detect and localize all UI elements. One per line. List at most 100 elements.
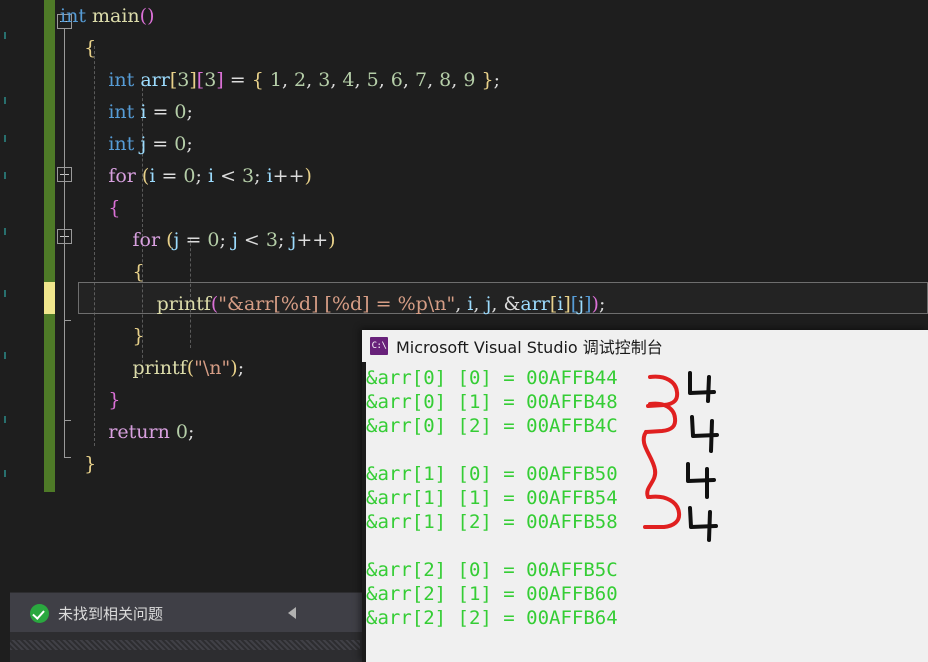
code-token: = — [223, 69, 252, 91]
console-title-bar[interactable]: C:\ Microsoft Visual Studio 调试控制台 — [362, 330, 928, 362]
code-token: = — [155, 165, 184, 187]
left-arrow-icon[interactable] — [288, 607, 296, 619]
code-token: 0 — [174, 133, 187, 155]
change-tracking-bar-unsaved — [44, 282, 55, 314]
code-line[interactable]: int main() — [60, 0, 928, 32]
console-output-text: &arr[0] [0] = 00AFFB44 &arr[0] [1] = 00AF… — [366, 366, 618, 630]
code-token: 0 — [174, 101, 187, 123]
code-token: ) — [304, 165, 312, 187]
code-token: , — [281, 69, 295, 91]
code-token: = — [179, 229, 208, 251]
outline-mark — [4, 32, 6, 39]
code-token: } — [84, 453, 97, 475]
code-token: 0 — [175, 421, 188, 443]
code-token: , — [306, 69, 319, 91]
code-token: ; — [237, 357, 245, 379]
code-token: < — [237, 229, 266, 251]
code-token: ] — [189, 69, 197, 91]
code-line[interactable]: { — [60, 192, 928, 224]
code-token: () — [139, 5, 155, 27]
code-token: ( — [166, 229, 174, 251]
code-token: = — [146, 101, 175, 123]
code-token: 3 — [177, 69, 190, 91]
code-token: printf — [132, 357, 187, 379]
outline-mark — [4, 470, 6, 477]
editor-gutter[interactable] — [10, 0, 44, 596]
console-output-area[interactable]: &arr[0] [0] = 00AFFB44 &arr[0] [1] = 00AF… — [362, 362, 928, 662]
console-title-text: Microsoft Visual Studio 调试控制台 — [396, 338, 663, 357]
code-token: 1 — [269, 69, 282, 91]
resize-hatch[interactable] — [10, 640, 360, 650]
code-token: ) — [328, 229, 336, 251]
outline-mark — [4, 228, 6, 235]
error-list-status: 未找到相关问题 — [30, 593, 163, 633]
code-token: [%d] — [273, 293, 319, 315]
code-token: arr — [520, 293, 550, 315]
code-token: [%d] — [324, 293, 370, 315]
code-token: return — [108, 421, 176, 443]
code-token: 6 — [390, 69, 403, 91]
code-line[interactable]: printf("&arr[%d] [%d] = %p\n", i, j, &ar… — [60, 288, 928, 320]
code-token: ++ — [296, 229, 329, 251]
console-output-line: &arr[2] [0] = 00AFFB5C — [366, 559, 618, 581]
code-token: for — [132, 229, 167, 251]
code-token: int — [108, 69, 141, 91]
code-line[interactable]: { — [60, 256, 928, 288]
code-token: , — [455, 293, 468, 315]
code-token: for — [108, 165, 142, 187]
code-token: = %p\n" — [369, 293, 456, 315]
screenshot-root: int main() { int arr[3][3] = { 1, 2, 3, … — [0, 0, 928, 662]
code-token: ) — [230, 357, 238, 379]
code-token: { — [132, 261, 145, 283]
code-token: , — [354, 69, 367, 91]
code-token: ; — [254, 165, 267, 187]
change-tracking-bar — [44, 0, 55, 492]
code-token: , — [491, 293, 504, 315]
code-token: ; — [277, 229, 291, 251]
code-token: , — [330, 69, 343, 91]
code-token: int — [108, 133, 141, 155]
editor-outline-strip[interactable] — [0, 0, 10, 596]
code-token: , — [473, 293, 486, 315]
code-token: 3 — [204, 69, 217, 91]
debug-console-window[interactable]: C:\ Microsoft Visual Studio 调试控制台 &arr[0… — [362, 330, 928, 662]
code-token: , — [427, 69, 440, 91]
code-token: int — [108, 101, 141, 123]
console-app-icon-label: C:\ — [371, 340, 387, 351]
code-line[interactable]: int j = 0; — [60, 128, 928, 160]
code-token: main — [92, 5, 140, 27]
code-token: ; — [493, 69, 500, 91]
code-line[interactable]: int i = 0; — [60, 96, 928, 128]
code-token: { — [108, 197, 121, 219]
code-line[interactable]: { — [60, 32, 928, 64]
outline-mark — [4, 352, 6, 359]
code-token: printf — [156, 293, 211, 315]
code-line[interactable]: for (i = 0; i < 3; i++) — [60, 160, 928, 192]
console-output-line: &arr[2] [1] = 00AFFB60 — [366, 583, 618, 605]
outline-mark — [4, 135, 6, 142]
code-token: , — [378, 69, 391, 91]
code-token: , — [451, 69, 464, 91]
code-token: 3 — [318, 69, 331, 91]
console-output-line: &arr[0] [2] = 00AFFB4C — [366, 415, 618, 437]
outline-mark — [4, 416, 6, 423]
code-token: ) — [591, 293, 599, 315]
code-line[interactable]: int arr[3][3] = { 1, 2, 3, 4, 5, 6, 7, 8… — [60, 64, 928, 96]
code-token: ; — [186, 101, 193, 123]
code-token: arr — [140, 69, 170, 91]
code-token: = — [146, 133, 175, 155]
code-token: "&arr — [218, 293, 274, 315]
console-output-line: &arr[0] [1] = 00AFFB48 — [366, 391, 618, 413]
code-line[interactable]: for (j = 0; j < 3; j++) — [60, 224, 928, 256]
